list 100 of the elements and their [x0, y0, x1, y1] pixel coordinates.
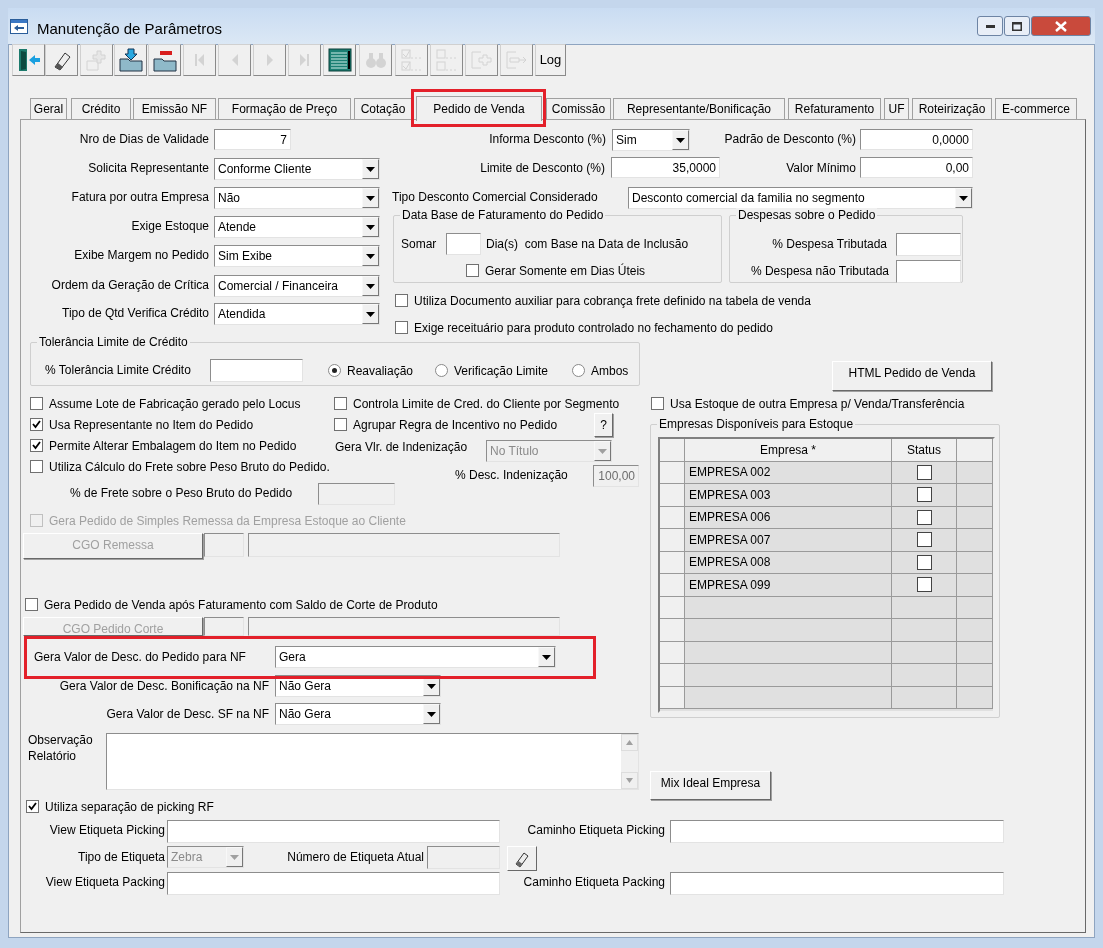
- close-button[interactable]: [1031, 16, 1091, 36]
- button[interactable]: HTML Pedido de Venda: [832, 361, 992, 391]
- dropdown[interactable]: Gera: [275, 646, 556, 668]
- dropdown[interactable]: Conforme Cliente: [214, 158, 380, 180]
- dropdown[interactable]: Não: [214, 187, 380, 209]
- scrollbar[interactable]: [621, 734, 638, 789]
- tab[interactable]: Emissão NF: [133, 98, 216, 119]
- input-field[interactable]: 0,0000: [860, 129, 973, 150]
- input-field[interactable]: [210, 359, 303, 382]
- checkbox[interactable]: [30, 397, 43, 410]
- row-header[interactable]: [660, 506, 685, 529]
- field-label: Gera Valor de Desc. do Pedido para NF: [34, 650, 246, 664]
- checkbox[interactable]: [466, 264, 479, 277]
- dropdown[interactable]: Atende: [214, 216, 380, 238]
- checkbox[interactable]: [334, 397, 347, 410]
- checkbox[interactable]: [25, 598, 38, 611]
- checkbox[interactable]: [916, 577, 932, 593]
- row-header[interactable]: [660, 551, 685, 574]
- input-field[interactable]: [167, 872, 500, 895]
- tab[interactable]: UF: [884, 98, 909, 119]
- toolbar-button[interactable]: [12, 44, 45, 76]
- save-icon: [117, 47, 144, 73]
- dropdown[interactable]: Atendida: [214, 303, 380, 325]
- toolbar-button[interactable]: [45, 44, 78, 76]
- input-field[interactable]: [167, 820, 500, 843]
- input-field[interactable]: [446, 233, 481, 255]
- tab[interactable]: Refaturamento: [788, 98, 881, 119]
- table-cell: [892, 641, 957, 664]
- tab[interactable]: Roteirização: [912, 98, 992, 119]
- tab[interactable]: E-commerce: [995, 98, 1077, 119]
- checkbox-label: Usa Representante no Item do Pedido: [49, 418, 254, 432]
- button[interactable]: ?: [594, 413, 613, 437]
- input-field[interactable]: [670, 820, 1004, 843]
- checkbox-label: Utiliza separação de picking RF: [45, 800, 214, 814]
- tab[interactable]: Crédito: [71, 98, 131, 119]
- toolbar-button[interactable]: [323, 44, 356, 76]
- row-header[interactable]: [660, 484, 685, 507]
- input-field[interactable]: 35,0000: [611, 157, 720, 178]
- dropdown[interactable]: Desconto comercial da familia no segmento: [628, 187, 973, 209]
- tab[interactable]: Representante/Bonificação: [613, 98, 785, 119]
- dropdown[interactable]: Não Gera: [275, 703, 441, 725]
- tab[interactable]: Cotação: [354, 98, 412, 119]
- field-label: Somar: [401, 237, 437, 251]
- checkbox[interactable]: [395, 294, 408, 307]
- checkbox[interactable]: [395, 321, 408, 334]
- input-field[interactable]: 7: [214, 129, 291, 150]
- minimize-button[interactable]: [977, 16, 1003, 36]
- maximize-button[interactable]: [1004, 16, 1030, 36]
- tab[interactable]: Pedido de Venda: [416, 96, 542, 121]
- field-label: Limite de Desconto (%): [480, 161, 605, 175]
- minimize-icon: [985, 24, 995, 28]
- field-label: Tipo de Qtd Verifica Crédito: [62, 306, 209, 320]
- row-header[interactable]: [660, 686, 685, 709]
- checkbox-label: Agrupar Regra de Incentivo no Pedido: [353, 418, 558, 432]
- eraser-button[interactable]: [507, 846, 537, 871]
- field-label: Número de Etiqueta Atual: [287, 850, 424, 864]
- dropdown[interactable]: Não Gera: [275, 675, 441, 697]
- column-header[interactable]: Empresa *: [685, 439, 892, 462]
- log-button[interactable]: Log: [535, 44, 566, 76]
- window-title: Manutenção de Parâmetros: [37, 19, 223, 39]
- field-label: Gera Valor de Desc. SF na NF: [106, 707, 269, 721]
- row-header[interactable]: [660, 641, 685, 664]
- input-field[interactable]: [896, 233, 961, 256]
- row-header[interactable]: [660, 461, 685, 484]
- checkbox[interactable]: [916, 554, 932, 570]
- checkbox[interactable]: [26, 800, 39, 813]
- input-field[interactable]: 0,00: [860, 157, 973, 178]
- caret-icon: [362, 217, 379, 237]
- dropdown[interactable]: Sim: [612, 129, 690, 151]
- row-header[interactable]: [660, 664, 685, 687]
- input-field[interactable]: [670, 872, 1004, 895]
- button[interactable]: Mix Ideal Empresa: [650, 771, 771, 800]
- tab[interactable]: Comissão: [546, 98, 611, 119]
- checkbox[interactable]: [916, 509, 932, 525]
- tab[interactable]: Geral: [30, 98, 67, 119]
- table-icon: [326, 47, 353, 73]
- checkbox[interactable]: [30, 460, 43, 473]
- column-header[interactable]: Status: [892, 439, 957, 462]
- field-label: View Etiqueta Picking: [49, 823, 165, 837]
- input-field[interactable]: [896, 260, 961, 283]
- caret-icon: [538, 647, 555, 667]
- row-header[interactable]: [660, 529, 685, 552]
- table-cell: [892, 619, 957, 642]
- dropdown[interactable]: Sim Exibe: [214, 245, 380, 267]
- dropdown[interactable]: Comercial / Financeira: [214, 275, 380, 297]
- checkbox[interactable]: [916, 487, 932, 503]
- checkbox[interactable]: [916, 532, 932, 548]
- checkbox[interactable]: [334, 418, 347, 431]
- checkbox[interactable]: [30, 418, 43, 431]
- row-header[interactable]: [660, 574, 685, 597]
- checkbox[interactable]: [916, 464, 932, 480]
- field-label: Valor Mínimo: [786, 161, 856, 175]
- checkbox[interactable]: [30, 439, 43, 452]
- tab[interactable]: Formação de Preço: [218, 98, 351, 119]
- row-header[interactable]: [660, 596, 685, 619]
- row-header[interactable]: [660, 619, 685, 642]
- checkbox[interactable]: [651, 397, 664, 410]
- checkbox-label: Controla Limite de Cred. do Cliente por Segmento: [353, 397, 620, 411]
- field-label: Caminho Etiqueta Picking: [527, 823, 665, 837]
- text-area[interactable]: [106, 733, 639, 790]
